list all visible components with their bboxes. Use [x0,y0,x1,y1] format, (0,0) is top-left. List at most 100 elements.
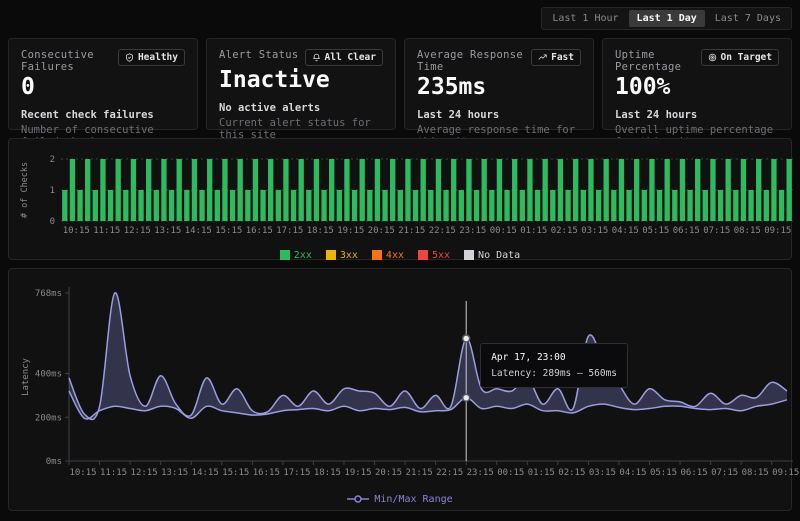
svg-text:15:15: 15:15 [215,226,242,236]
svg-text:# of Checks: # of Checks [20,162,30,218]
card-title: Consecutive Failures [21,49,118,73]
svg-text:12:15: 12:15 [124,226,151,236]
svg-text:10:15: 10:15 [69,468,96,478]
card-subtitle: No active alerts [219,102,383,114]
svg-text:200ms: 200ms [35,413,62,423]
bar-2xx [474,190,479,221]
svg-text:21:15: 21:15 [406,468,433,478]
legend-swatch [280,250,290,260]
legend-item-4xx: 4xx [372,250,404,261]
bar-2xx [375,159,380,221]
bar-2xx [657,190,662,221]
card-subtitle: Last 24 hours [615,109,779,121]
svg-text:16:15: 16:15 [246,226,273,236]
latency-legend: Min/Max Range [17,491,783,507]
svg-text:Latency: Latency [21,357,31,396]
latency-legend-label: Min/Max Range [374,494,452,505]
card-subtitle: Last 24 hours [417,109,581,121]
bar-2xx [497,159,502,221]
svg-text:01:15: 01:15 [528,468,555,478]
range-last-7-days-button[interactable]: Last 7 Days [707,10,789,27]
card-value: Inactive [219,68,383,93]
bar-2xx [695,159,700,221]
svg-text:07:15: 07:15 [703,226,730,236]
status-code-legend: 2xx3xx4xx5xxNo Data [17,247,783,263]
bar-2xx [543,159,548,221]
bar-2xx [207,159,212,221]
range-last-1-day-button[interactable]: Last 1 Day [629,10,705,27]
svg-text:00:15: 00:15 [497,468,524,478]
svg-text:17:15: 17:15 [276,226,303,236]
bar-2xx [184,190,189,221]
bar-2xx [642,190,647,221]
svg-text:14:15: 14:15 [192,468,219,478]
bar-2xx [550,190,555,221]
card-value: 100% [615,75,779,100]
card-subtitle: Recent check failures [21,109,185,121]
bar-2xx [116,159,121,221]
svg-text:09:15: 09:15 [764,226,791,236]
bar-2xx [779,190,784,221]
bar-2xx [504,190,509,221]
bar-2xx [329,159,334,221]
card-value: 0 [21,75,185,100]
bar-2xx [604,159,609,221]
svg-text:20:15: 20:15 [368,226,395,236]
latency-chart-panel: 768ms400ms200ms0msLatency10:1511:1512:15… [8,268,792,511]
bar-2xx [482,159,487,221]
stat-cards-row: Consecutive Failures Healthy 0 Recent ch… [8,38,792,130]
bar-2xx [619,159,624,221]
bar-2xx [390,159,395,221]
minmax-band [69,293,787,420]
svg-text:08:15: 08:15 [742,468,769,478]
svg-text:15:15: 15:15 [222,468,249,478]
bar-2xx [626,190,631,221]
svg-text:13:15: 13:15 [154,226,181,236]
svg-text:05:15: 05:15 [650,468,677,478]
bar-2xx [154,190,159,221]
bar-2xx [573,159,578,221]
svg-text:03:15: 03:15 [581,226,608,236]
bar-2xx [520,190,525,221]
bar-2xx [558,159,563,221]
svg-text:21:15: 21:15 [398,226,425,236]
bar-2xx [337,190,342,221]
bar-2xx [703,190,708,221]
legend-item-5xx: 5xx [418,250,450,261]
shield-check-icon [125,53,134,62]
bar-2xx [581,190,586,221]
svg-text:22:15: 22:15 [429,226,456,236]
bar-2xx [131,159,136,221]
svg-text:04:15: 04:15 [612,226,639,236]
range-last-1-hour-button[interactable]: Last 1 Hour [544,10,626,27]
latency-area-chart: 768ms400ms200ms0msLatency10:1511:1512:15… [17,275,799,487]
bar-2xx [253,159,258,221]
fast-badge: Fast [531,49,581,66]
on-target-badge: On Target [701,49,779,66]
svg-text:0ms: 0ms [46,457,62,467]
bar-2xx [161,159,166,221]
bar-2xx [138,190,143,221]
bar-2xx [62,190,67,221]
hover-point-marker [463,394,470,401]
legend-swatch [326,250,336,260]
bar-2xx [413,190,418,221]
card-alert-status: Alert Status All Clear Inactive No activ… [206,38,396,130]
bar-2xx [459,190,464,221]
svg-text:01:15: 01:15 [520,226,547,236]
legend-label: 5xx [432,250,450,261]
legend-swatch [464,250,474,260]
bar-2xx [421,159,426,221]
svg-text:07:15: 07:15 [711,468,738,478]
bar-2xx [245,190,250,221]
bar-2xx [687,190,692,221]
svg-text:0: 0 [50,217,55,227]
bar-2xx [733,190,738,221]
bar-2xx [588,159,593,221]
legend-item-3xx: 3xx [326,250,358,261]
svg-text:05:15: 05:15 [642,226,669,236]
card-uptime-percentage: Uptime Percentage On Target 100% Last 24… [602,38,792,130]
bar-2xx [565,190,570,221]
legend-item-2xx: 2xx [280,250,312,261]
svg-text:13:15: 13:15 [161,468,188,478]
